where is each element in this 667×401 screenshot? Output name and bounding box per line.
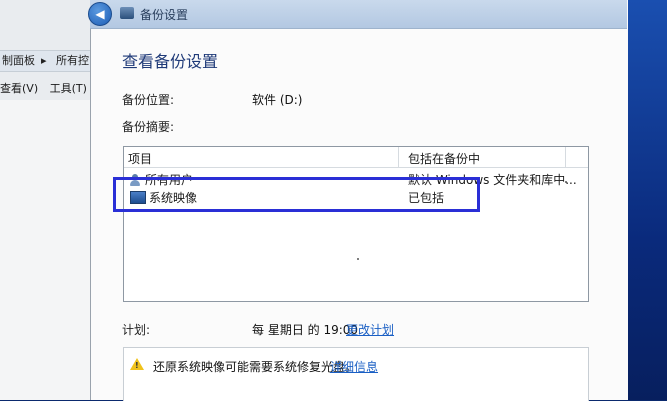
- backup-location-label: 备份位置:: [122, 93, 175, 107]
- desktop-background: [627, 0, 667, 400]
- address-item-all-controls[interactable]: 所有控: [56, 54, 89, 67]
- highlight-annotation: [113, 177, 480, 212]
- backup-app-icon: [120, 7, 134, 19]
- backup-location-value: 软件 (D:): [252, 93, 303, 107]
- list-header: 项目 包括在备份中: [124, 147, 588, 168]
- column-divider[interactable]: [565, 147, 566, 167]
- back-arrow-icon[interactable]: ◀: [88, 2, 112, 26]
- details-link[interactable]: 详细信息: [330, 358, 378, 375]
- schedule-label: 计划:: [122, 323, 151, 337]
- menu-bar: 查看(V) 工具(T): [0, 80, 90, 98]
- background-explorer-window: 制面板 ▸ 所有控 查看(V) 工具(T): [0, 0, 91, 400]
- backup-summary-label: 备份摘要:: [122, 120, 175, 134]
- menu-tools[interactable]: 工具(T): [50, 82, 87, 95]
- menu-view[interactable]: 查看(V): [0, 82, 38, 95]
- scroll-dot: [357, 258, 359, 260]
- backup-summary-list[interactable]: 项目 包括在备份中 所有用户 默认 Windows 文件夹和库中... 系统映像…: [123, 146, 589, 302]
- warning-icon-mark: !: [135, 361, 139, 370]
- warning-text: 还原系统映像可能需要系统修复光盘。: [153, 360, 358, 374]
- address-bar[interactable]: 制面板 ▸ 所有控: [0, 50, 90, 72]
- navigation-pane: [0, 100, 90, 400]
- column-header-included[interactable]: 包括在备份中: [408, 150, 480, 167]
- column-header-item[interactable]: 项目: [128, 150, 152, 167]
- schedule-value: 每 星期日 的 19:00: [252, 323, 359, 337]
- page-title: 查看备份设置: [122, 52, 219, 71]
- change-schedule-link[interactable]: 更改计划: [346, 321, 394, 338]
- address-item-control-panel[interactable]: 制面板: [2, 54, 35, 67]
- dialog-title: 备份设置: [140, 8, 189, 22]
- column-divider[interactable]: [398, 147, 399, 167]
- scroll-dot: [565, 181, 567, 183]
